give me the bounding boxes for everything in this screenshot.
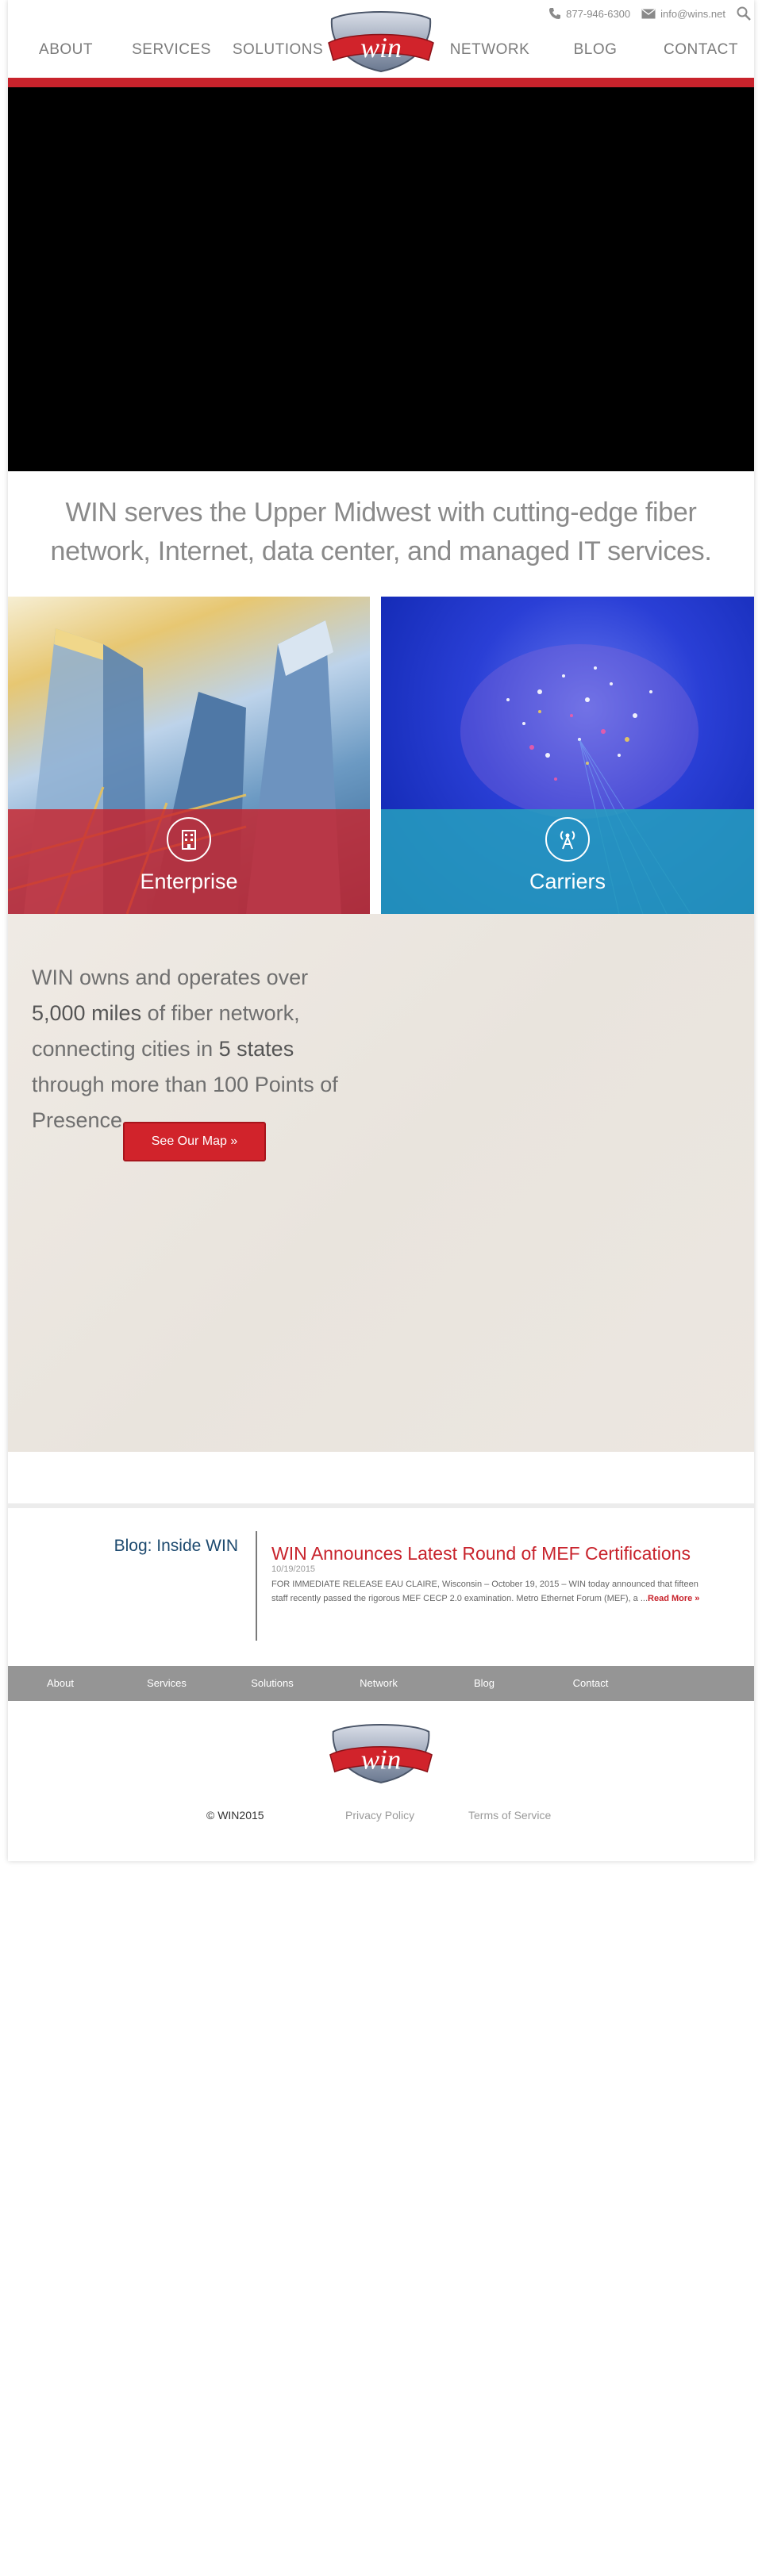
- phone-icon: [549, 8, 561, 19]
- footer-win-logo[interactable]: win: [327, 1720, 435, 1785]
- enterprise-band: Enterprise: [8, 809, 370, 914]
- email-address[interactable]: info@wins.net: [660, 8, 725, 20]
- footer-nav: About Services Solutions Network Blog Co…: [8, 1666, 754, 1701]
- nav-solutions[interactable]: SOLUTIONS: [230, 41, 325, 59]
- logo-text: win: [360, 32, 402, 63]
- blog-heading[interactable]: Blog: Inside WIN: [56, 1537, 238, 1556]
- carriers-tile[interactable]: Carriers: [381, 597, 754, 914]
- miles-highlight: 5,000 miles: [32, 1001, 142, 1025]
- post-excerpt-text: FOR IMMEDIATE RELEASE EAU CLAIRE, Wiscon…: [271, 1580, 698, 1603]
- search-button[interactable]: [737, 6, 751, 21]
- footer-nav-about[interactable]: About: [21, 1677, 100, 1689]
- read-more-link[interactable]: Read More »: [648, 1594, 699, 1603]
- nav-contact[interactable]: CONTACT: [653, 41, 749, 59]
- network-map-section: WIN owns and operates over 5,000 miles o…: [8, 914, 754, 1452]
- mail-icon: [641, 8, 656, 18]
- states-highlight: 5 states: [218, 1037, 294, 1061]
- post-title[interactable]: WIN Announces Latest Round of MEF Certif…: [271, 1543, 740, 1564]
- network-summary-part1: WIN owns and operates over: [32, 966, 309, 989]
- intro-text: WIN serves the Upper Midwest with cuttin…: [50, 497, 712, 566]
- footer-nav-contact[interactable]: Contact: [551, 1677, 630, 1689]
- blog-divider: [256, 1531, 257, 1641]
- footer-nav-network[interactable]: Network: [339, 1677, 418, 1689]
- search-icon: [737, 6, 751, 21]
- enterprise-label: Enterprise: [140, 870, 238, 893]
- building-icon: [167, 817, 211, 862]
- email-link[interactable]: info@wins.net: [641, 8, 725, 20]
- copyright: © WIN2015: [206, 1809, 264, 1822]
- phone-link[interactable]: 877-946-6300: [548, 7, 630, 20]
- footer-logo-text: win: [361, 1744, 402, 1775]
- footer-nav-blog[interactable]: Blog: [444, 1677, 524, 1689]
- phone-number[interactable]: 877-946-6300: [566, 8, 630, 20]
- footer-nav-solutions[interactable]: Solutions: [233, 1677, 312, 1689]
- post-date: 10/19/2015: [271, 1564, 316, 1574]
- contact-bar: 877-946-6300 info@wins.net: [548, 5, 754, 22]
- header-accent-bar: [8, 78, 754, 87]
- hero-video[interactable]: [8, 87, 754, 471]
- section-divider: [8, 1503, 754, 1508]
- nav-about[interactable]: ABOUT: [18, 41, 114, 59]
- see-map-button[interactable]: See Our Map »: [123, 1122, 266, 1161]
- nav-blog[interactable]: BLOG: [548, 41, 643, 59]
- win-logo[interactable]: win: [325, 8, 437, 73]
- post-excerpt: FOR IMMEDIATE RELEASE EAU CLAIRE, Wiscon…: [271, 1577, 716, 1606]
- nav-services[interactable]: SERVICES: [124, 41, 219, 59]
- terms-link[interactable]: Terms of Service: [468, 1809, 551, 1822]
- enterprise-tile[interactable]: Enterprise: [8, 597, 370, 914]
- carriers-band: Carriers: [381, 809, 754, 914]
- page: 877-946-6300 info@wins.net ABOUT SERVICE…: [8, 0, 754, 1861]
- privacy-link[interactable]: Privacy Policy: [345, 1809, 414, 1822]
- nav-network[interactable]: NETWORK: [442, 41, 537, 59]
- antenna-icon: [545, 817, 590, 862]
- network-summary: WIN owns and operates over 5,000 miles o…: [32, 960, 341, 1138]
- carriers-label: Carriers: [529, 870, 606, 893]
- footer-nav-services[interactable]: Services: [127, 1677, 206, 1689]
